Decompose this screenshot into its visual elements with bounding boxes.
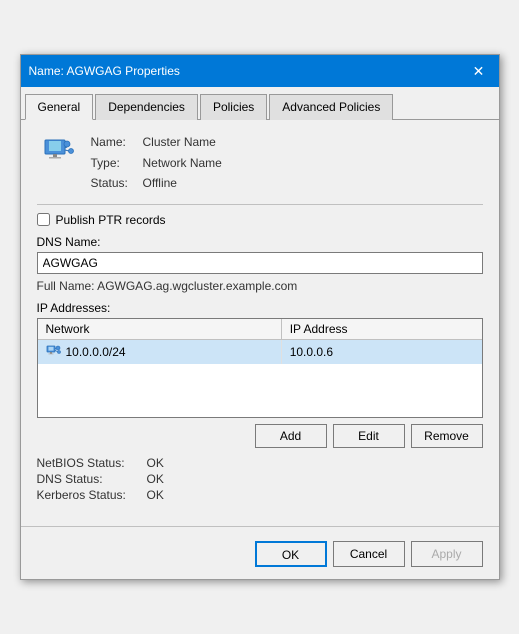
network-cell: 10.0.0.0/24 (38, 340, 282, 364)
netbios-status-row: NetBIOS Status: OK (37, 456, 483, 470)
network-value: 10.0.0.0/24 (66, 345, 126, 359)
netbios-status-label: NetBIOS Status: (37, 456, 147, 470)
full-name-text: Full Name: AGWGAG.ag.wgcluster.example.c… (37, 279, 483, 293)
status-field-value: Offline (143, 173, 177, 193)
kerberos-status-value: OK (147, 488, 164, 502)
ip-action-buttons: Add Edit Remove (37, 424, 483, 448)
info-section: Name: Cluster Name Type: Network Name St… (37, 132, 483, 193)
table-row[interactable]: 10.0.0.0/24 10.0.0.6 (38, 340, 482, 364)
remove-button[interactable]: Remove (411, 424, 483, 448)
ip-addresses-label: IP Addresses: (37, 301, 483, 315)
netbios-status-value: OK (147, 456, 164, 470)
add-button[interactable]: Add (255, 424, 327, 448)
tab-policies[interactable]: Policies (200, 94, 267, 120)
ok-button[interactable]: OK (255, 541, 327, 567)
name-row: Name: Cluster Name (91, 132, 222, 152)
cancel-button[interactable]: Cancel (333, 541, 405, 567)
status-section: NetBIOS Status: OK DNS Status: OK Kerber… (37, 456, 483, 502)
ip-table-header: Network IP Address (38, 319, 482, 340)
type-field-value: Network Name (143, 153, 222, 173)
kerberos-status-row: Kerberos Status: OK (37, 488, 483, 502)
publish-ptr-row: Publish PTR records (37, 213, 483, 227)
status-field-label: Status: (91, 173, 143, 193)
dialog-title: Name: AGWGAG Properties (29, 64, 180, 78)
tab-general[interactable]: General (25, 94, 94, 120)
ip-value: 10.0.0.6 (282, 341, 482, 363)
dns-status-value: OK (147, 472, 164, 486)
kerberos-status-label: Kerberos Status: (37, 488, 147, 502)
ip-table-body: 10.0.0.0/24 10.0.0.6 (38, 340, 482, 410)
dns-status-row: DNS Status: OK (37, 472, 483, 486)
type-row: Type: Network Name (91, 153, 222, 173)
bottom-divider (21, 526, 499, 527)
ip-addresses-table: Network IP Address (37, 318, 483, 418)
resource-info: Name: Cluster Name Type: Network Name St… (91, 132, 222, 193)
edit-button[interactable]: Edit (333, 424, 405, 448)
network-column-header: Network (38, 319, 282, 339)
apply-button[interactable]: Apply (411, 541, 483, 567)
network-row-icon (46, 344, 62, 360)
dialog-window: Name: AGWGAG Properties ✕ General Depend… (20, 54, 500, 579)
ip-address-column-header: IP Address (282, 319, 482, 339)
tab-content: Name: Cluster Name Type: Network Name St… (21, 120, 499, 515)
resource-icon (37, 132, 81, 176)
tab-advanced-policies[interactable]: Advanced Policies (269, 94, 393, 120)
dns-status-label: DNS Status: (37, 472, 147, 486)
title-bar: Name: AGWGAG Properties ✕ (21, 55, 499, 87)
type-field-label: Type: (91, 153, 143, 173)
dialog-buttons: OK Cancel Apply (21, 535, 499, 579)
divider-1 (37, 204, 483, 205)
name-field-label: Name: (91, 132, 143, 152)
close-button[interactable]: ✕ (467, 61, 491, 81)
status-row: Status: Offline (91, 173, 222, 193)
network-name-icon (41, 136, 77, 172)
publish-ptr-label[interactable]: Publish PTR records (56, 213, 166, 227)
name-field-value: Cluster Name (143, 132, 216, 152)
publish-ptr-checkbox[interactable] (37, 213, 50, 226)
tab-dependencies[interactable]: Dependencies (95, 94, 198, 120)
dns-name-label: DNS Name: (37, 235, 483, 249)
dns-name-input[interactable] (37, 252, 483, 274)
tab-bar: General Dependencies Policies Advanced P… (21, 87, 499, 120)
